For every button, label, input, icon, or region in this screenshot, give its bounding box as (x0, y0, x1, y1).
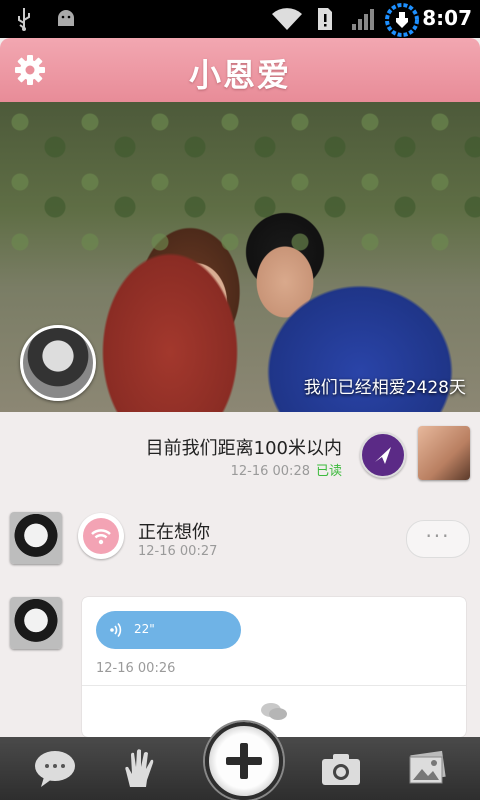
usb-icon (18, 8, 30, 31)
android-debug-icon (58, 10, 74, 26)
wifi-signal-icon (272, 8, 302, 30)
app-header: 小恩爱 (0, 38, 480, 102)
partner-avatar-small[interactable] (10, 512, 62, 564)
comment-icon[interactable] (260, 701, 288, 723)
voice-duration: 22" (134, 622, 155, 636)
miss-you-time: 12-16 00:27 (138, 544, 218, 559)
photo-album-icon[interactable] (404, 747, 450, 789)
distance-message-meta: 12-16 00:28 已读 (231, 460, 342, 479)
sim-alert-icon (318, 8, 332, 30)
more-options-button[interactable]: ··· (406, 520, 470, 558)
partner-avatar-small[interactable] (10, 597, 62, 649)
voice-message-bubble[interactable]: 22" (96, 611, 241, 649)
battery-charging-icon (385, 3, 419, 37)
navigation-arrow-icon (375, 447, 391, 464)
distance-message-text: 目前我们距离100米以内 (145, 438, 342, 459)
plus-icon (226, 743, 262, 779)
voice-wave-icon (110, 622, 122, 638)
app-title: 小恩爱 (188, 56, 291, 94)
chat-bubble-icon[interactable] (32, 747, 78, 789)
distance-message: 目前我们距离100米以内 12-16 00:28 已读 (0, 418, 480, 488)
status-bar: 8:07 (0, 0, 480, 38)
love-days-caption: 我们已经相爱2428天 (303, 378, 466, 398)
card-divider (82, 685, 466, 686)
miss-you-text: 正在想你 (138, 522, 210, 543)
read-status: 已读 (315, 464, 342, 479)
cell-signal-icon (352, 9, 374, 30)
wifi-icon (91, 529, 111, 545)
my-avatar[interactable] (418, 426, 470, 480)
miss-you-button[interactable] (78, 513, 124, 559)
message-time: 12-16 00:28 (230, 464, 310, 479)
location-button[interactable] (360, 432, 406, 478)
background-foliage (0, 102, 480, 252)
add-button[interactable] (205, 722, 283, 800)
voice-message-time: 12-16 00:26 (96, 661, 176, 676)
camera-icon[interactable] (318, 747, 364, 789)
partner-avatar[interactable] (20, 325, 96, 401)
hand-icon[interactable] (116, 747, 162, 789)
voice-message-card: 22" 12-16 00:26 (82, 597, 466, 737)
clock: 8:07 (422, 6, 472, 30)
